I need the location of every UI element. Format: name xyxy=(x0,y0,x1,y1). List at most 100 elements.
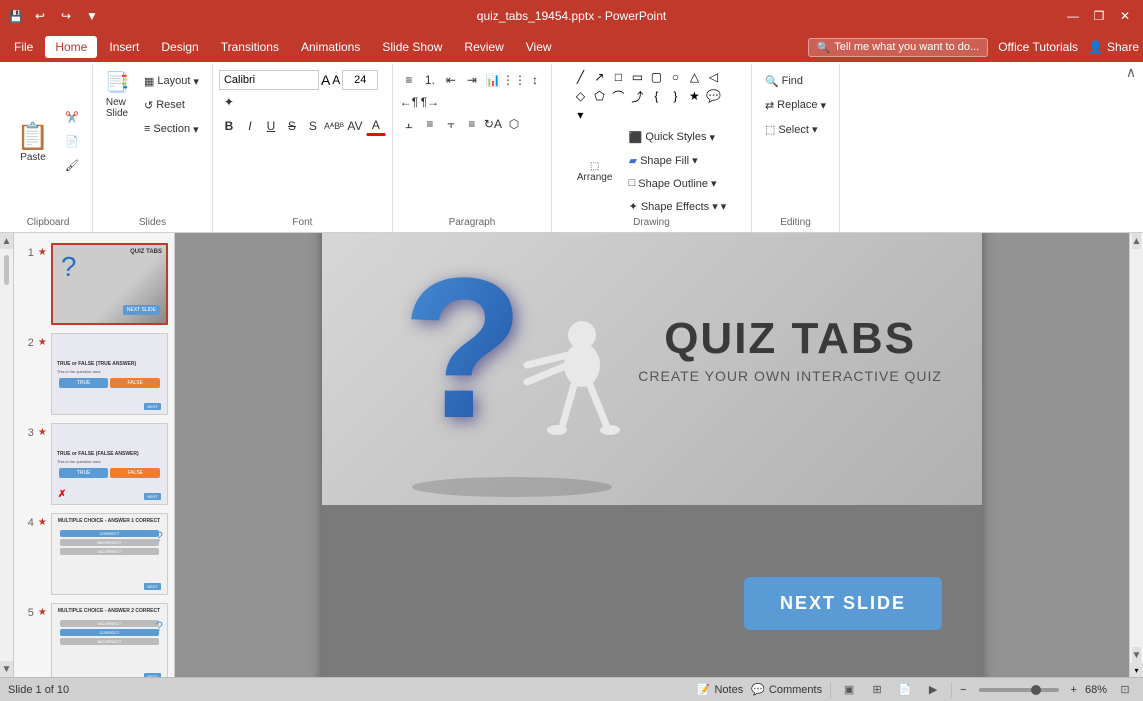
arrow-shape[interactable]: ↗ xyxy=(590,68,608,86)
strikethrough-button[interactable]: S xyxy=(282,116,302,136)
numbering-button[interactable]: 1. xyxy=(420,70,440,90)
zoom-minus-button[interactable]: − xyxy=(960,684,966,696)
paste-button[interactable]: 📋 Paste xyxy=(10,113,56,171)
underline-button[interactable]: U xyxy=(261,116,281,136)
diamond-shape[interactable]: ◇ xyxy=(571,87,589,105)
brace-shape[interactable]: } xyxy=(666,87,684,105)
font-size-input[interactable] xyxy=(342,70,378,90)
pentagon-shape[interactable]: ⬠ xyxy=(590,87,608,105)
align-left-button[interactable]: ⫠ xyxy=(399,114,419,134)
rtl-button[interactable]: ←¶ xyxy=(399,92,419,112)
copy-button[interactable]: 📄 xyxy=(58,131,86,153)
normal-view-button[interactable]: ▣ xyxy=(839,682,859,698)
rect-shape[interactable]: □ xyxy=(609,68,627,86)
ribbon-collapse-button[interactable]: ∧ xyxy=(1123,64,1139,80)
slide-panel-scrollbar[interactable]: ▲ ▼ xyxy=(0,233,14,677)
zoom-slider[interactable] xyxy=(979,688,1059,692)
shape-effects-button[interactable]: ✦ Shape Effects ▾ ▾ xyxy=(622,195,734,217)
smart-art-button[interactable]: 📊 xyxy=(483,70,503,90)
scroll-up-arrow[interactable]: ▲ xyxy=(0,233,13,249)
align-center-button[interactable]: ≡ xyxy=(420,114,440,134)
menu-design[interactable]: Design xyxy=(151,36,208,58)
curve-shape[interactable]: ⌒ xyxy=(609,87,627,105)
convert-to-smartart-button[interactable]: ⬡ xyxy=(504,114,524,134)
line-shape[interactable]: ╱ xyxy=(571,68,589,86)
redo-button[interactable]: ↪ xyxy=(56,6,76,26)
increase-indent-button[interactable]: ⇥ xyxy=(462,70,482,90)
justify-button[interactable]: ≡ xyxy=(462,114,482,134)
arrange-button[interactable]: ⬚ Arrange xyxy=(570,143,620,201)
close-button[interactable]: ✕ xyxy=(1115,6,1135,26)
menu-file[interactable]: File xyxy=(4,36,43,58)
menu-home[interactable]: Home xyxy=(45,36,97,58)
columns-button[interactable]: ⋮⋮ xyxy=(504,70,524,90)
scroll-thumb[interactable] xyxy=(4,255,9,285)
reset-button[interactable]: ↺ Reset xyxy=(137,94,206,116)
bracket-shape[interactable]: { xyxy=(647,87,665,105)
slide-sorter-button[interactable]: ⊞ xyxy=(867,682,887,698)
text-direction-button[interactable]: ↻A xyxy=(483,114,503,134)
slideshow-button[interactable]: ▶ xyxy=(923,682,943,698)
section-button[interactable]: ≡ Section ▾ xyxy=(137,118,206,140)
rounded-rect-shape[interactable]: ▢ xyxy=(647,68,665,86)
oval-shape[interactable]: ○ xyxy=(666,68,684,86)
shape-fill-button[interactable]: ▰ Shape Fill ▾ xyxy=(622,149,734,171)
callout-shape[interactable]: 💬 xyxy=(704,87,722,105)
menu-review[interactable]: Review xyxy=(454,36,513,58)
line-spacing-button[interactable]: ↕ xyxy=(525,70,545,90)
canvas-scroll-up[interactable]: ▲ xyxy=(1132,233,1142,249)
font-color-button[interactable]: A xyxy=(366,116,386,136)
next-slide-button[interactable]: NEXT SLIDE xyxy=(744,577,942,630)
format-painter-button[interactable]: 🖌 xyxy=(58,155,86,177)
menu-transitions[interactable]: Transitions xyxy=(211,36,289,58)
align-right-button[interactable]: ⫟ xyxy=(441,114,461,134)
font-name-input[interactable] xyxy=(219,70,319,90)
menu-slideshow[interactable]: Slide Show xyxy=(372,36,452,58)
clear-format-icon[interactable]: ✦ xyxy=(219,92,239,112)
notes-button[interactable]: 📝 Notes xyxy=(697,683,743,696)
decrease-indent-button[interactable]: ⇤ xyxy=(441,70,461,90)
slide-thumbnail-3[interactable]: 3 ★ TRUE or FALSE (FALSE ANSWER) This is… xyxy=(18,421,170,507)
bold-button[interactable]: B xyxy=(219,116,239,136)
rtriangle-shape[interactable]: ◁ xyxy=(704,68,722,86)
scroll-bottom-btn[interactable]: ▾ xyxy=(1130,663,1143,677)
fit-window-button[interactable]: ⊡ xyxy=(1115,682,1135,698)
select-button[interactable]: ⬚ Select ▾ xyxy=(758,118,833,140)
replace-button[interactable]: ⇄ Replace ▾ xyxy=(758,94,833,116)
scroll-down-arrow[interactable]: ▼ xyxy=(0,661,13,677)
menu-insert[interactable]: Insert xyxy=(99,36,149,58)
undo-button[interactable]: ↩ xyxy=(30,6,50,26)
slide-thumbnail-5[interactable]: 5 ★ MULTIPLE CHOICE - ANSWER 2 CORRECT I… xyxy=(18,601,170,677)
canvas-scrollbar[interactable]: ▲ ▼ ▾ xyxy=(1129,233,1143,677)
reading-view-button[interactable]: 📄 xyxy=(895,682,915,698)
freeform-shape[interactable]: ⤴ xyxy=(628,87,646,105)
bullets-button[interactable]: ≡ xyxy=(399,70,419,90)
save-icon[interactable]: 💾 xyxy=(8,8,24,24)
font-size-grow-icon[interactable]: A xyxy=(321,72,330,88)
menu-view[interactable]: View xyxy=(516,36,562,58)
font-size-shrink-icon[interactable]: A xyxy=(332,73,340,87)
menu-animations[interactable]: Animations xyxy=(291,36,370,58)
account-button[interactable]: Office Tutorials xyxy=(998,40,1078,54)
minimize-button[interactable]: — xyxy=(1063,6,1083,26)
rect2-shape[interactable]: ▭ xyxy=(628,68,646,86)
slide-thumbnail-1[interactable]: 1 ★ QUIZ TABS NEXT SLIDE ? xyxy=(18,241,170,327)
find-button[interactable]: 🔍 Find xyxy=(758,70,833,92)
shape-outline-button[interactable]: □ Shape Outline ▾ xyxy=(622,172,734,194)
italic-button[interactable]: I xyxy=(240,116,260,136)
ltr-button[interactable]: ¶→ xyxy=(420,92,440,112)
customize-button[interactable]: ▼ xyxy=(82,6,102,26)
restore-button[interactable]: ❐ xyxy=(1089,6,1109,26)
slide-thumbnail-4[interactable]: 4 ★ MULTIPLE CHOICE - ANSWER 1 CORRECT C… xyxy=(18,511,170,597)
star-shape[interactable]: ★ xyxy=(685,87,703,105)
new-slide-button[interactable]: 📑 NewSlide xyxy=(99,66,135,122)
smallcaps-button[interactable]: AᴬBᴮ xyxy=(324,116,344,136)
zoom-thumb[interactable] xyxy=(1031,685,1041,695)
cut-button[interactable]: ✂️ xyxy=(58,107,86,129)
triangle-shape[interactable]: △ xyxy=(685,68,703,86)
canvas-scroll-down[interactable]: ▼ xyxy=(1132,647,1142,663)
zoom-plus-button[interactable]: + xyxy=(1071,684,1077,696)
slide-thumbnail-2[interactable]: 2 ★ TRUE or FALSE (TRUE ANSWER) This is … xyxy=(18,331,170,417)
layout-button[interactable]: ▦ Layout ▾ xyxy=(137,70,206,92)
quick-styles-button[interactable]: ⬛ Quick Styles ▾ xyxy=(622,126,734,148)
